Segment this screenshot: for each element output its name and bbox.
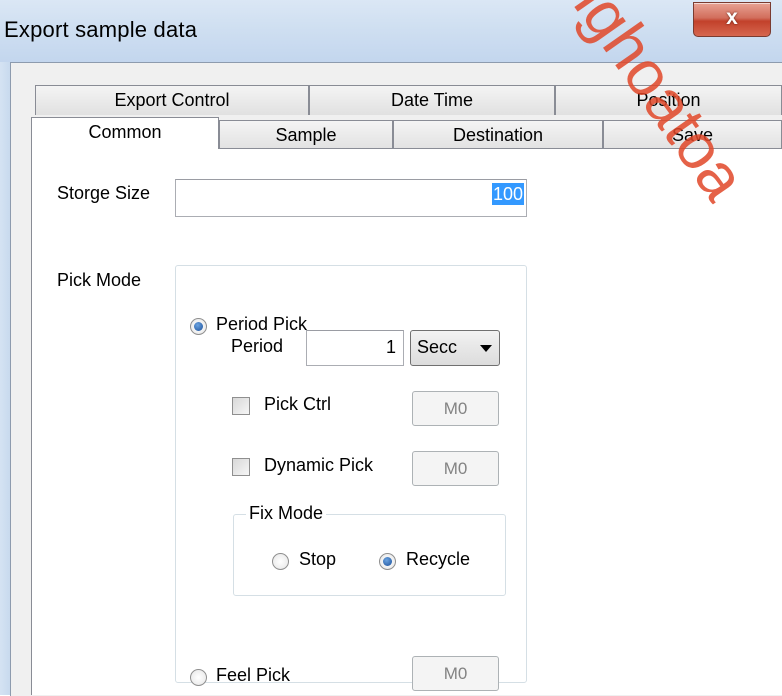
recycle-label: Recycle: [406, 549, 471, 569]
storage-size-input[interactable]: 100: [175, 179, 527, 217]
stop-radio[interactable]: [272, 553, 289, 570]
pick-mode-label: Pick Mode: [57, 270, 142, 290]
feel-pick-label: Feel Pick: [216, 665, 291, 685]
feel-pick-address-button[interactable]: M0: [412, 656, 499, 691]
storage-size-value: 100: [491, 183, 524, 205]
recycle-radio[interactable]: [379, 553, 396, 570]
period-unit-value: Secc: [417, 337, 458, 357]
dynamic-pick-address-button[interactable]: M0: [412, 451, 499, 486]
storage-size-label: Storge Size: [57, 183, 151, 203]
stop-label: Stop: [299, 549, 337, 569]
pick-ctrl-checkbox[interactable]: [232, 397, 250, 415]
period-pick-radio[interactable]: [190, 318, 207, 335]
period-unit-select[interactable]: Secc: [410, 330, 500, 366]
period-input[interactable]: 1: [306, 330, 404, 366]
period-value: 1: [385, 337, 396, 357]
fix-mode-label: Fix Mode: [246, 503, 327, 524]
period-pick-label: Period Pick: [216, 314, 308, 334]
dynamic-pick-checkbox[interactable]: [232, 458, 250, 476]
dynamic-pick-label: Dynamic Pick: [264, 455, 374, 475]
period-label: Period: [231, 336, 284, 356]
chevron-down-icon: [480, 345, 492, 352]
pick-ctrl-label: Pick Ctrl: [264, 394, 331, 414]
pick-ctrl-address-button[interactable]: M0: [412, 391, 499, 426]
feel-pick-radio[interactable]: [190, 669, 207, 686]
